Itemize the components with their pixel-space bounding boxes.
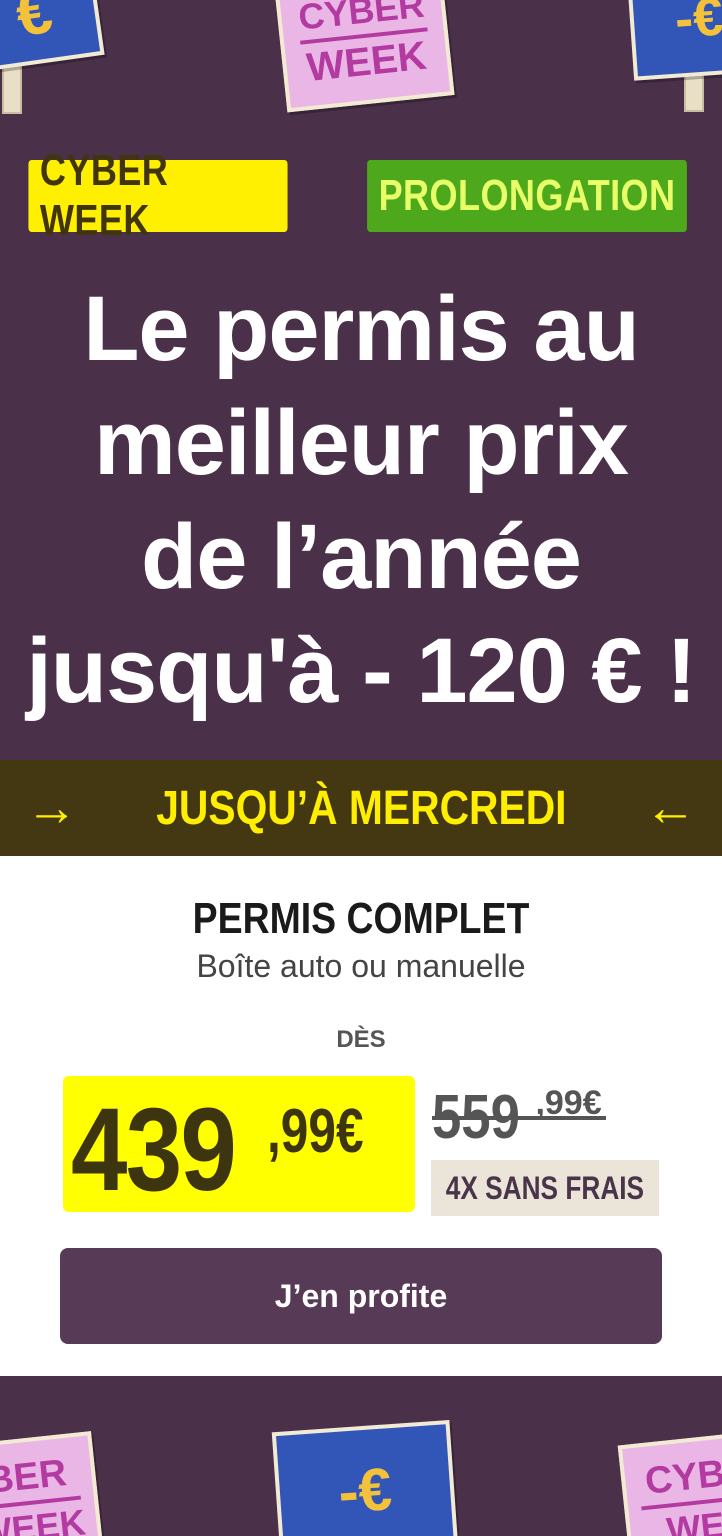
- offer-subtitle: Boîte auto ou manuelle: [196, 948, 526, 984]
- cyber-week-sign: CYBI WE: [617, 1431, 722, 1536]
- strikethrough: [432, 1116, 606, 1120]
- prolongation-badge: PROLONGATION: [367, 160, 687, 232]
- cyber-week-sign: CYBER WEEK: [273, 0, 455, 113]
- cyber-week-badge: CYBER WEEK: [28, 146, 288, 245]
- price-highlight: 439 ,99€: [63, 1076, 415, 1216]
- headline-line: de l’année: [141, 506, 582, 608]
- headline-line: meilleur prix: [93, 392, 629, 494]
- footer-decoration: BER WEEK -€ CYBI WE: [0, 1376, 722, 1536]
- hero-section: € CYBER WEEK -€ CYBER WEEK PROLONGATION …: [0, 0, 722, 760]
- price-main: 439: [71, 1084, 237, 1216]
- offer-card: PERMIS COMPLET Boîte auto ou manuelle DÈ…: [0, 856, 722, 1376]
- discount-sign-icon: -€: [626, 0, 722, 81]
- discount-sign-icon: -€: [271, 1419, 459, 1536]
- deadline-band: → JUSQU’À MERCREDI ←: [0, 760, 722, 856]
- cyber-week-sign: BER WEEK: [0, 1431, 105, 1536]
- old-price: 559,99€: [432, 1082, 606, 1153]
- euro-sign-icon: €: [0, 0, 105, 73]
- installment-badge: 4X SANS FRAIS: [431, 1160, 659, 1216]
- arrow-right-icon: →: [25, 779, 78, 837]
- cta-button[interactable]: J’en profite: [60, 1248, 662, 1344]
- from-label: DÈS: [336, 1026, 386, 1053]
- price-cents: ,99€: [267, 1097, 364, 1166]
- headline-line: jusqu'à - 120 € !: [26, 620, 697, 722]
- headline-line: Le permis au: [83, 278, 640, 380]
- hero-headline: Le permis au meilleur prix de l’année ju…: [20, 272, 702, 728]
- promo-badges: CYBER WEEK PROLONGATION: [0, 146, 722, 245]
- arrow-left-icon: ←: [644, 779, 697, 837]
- deadline-label: JUSQU’À MERCREDI: [155, 781, 567, 835]
- offer-title: PERMIS COMPLET: [192, 894, 530, 943]
